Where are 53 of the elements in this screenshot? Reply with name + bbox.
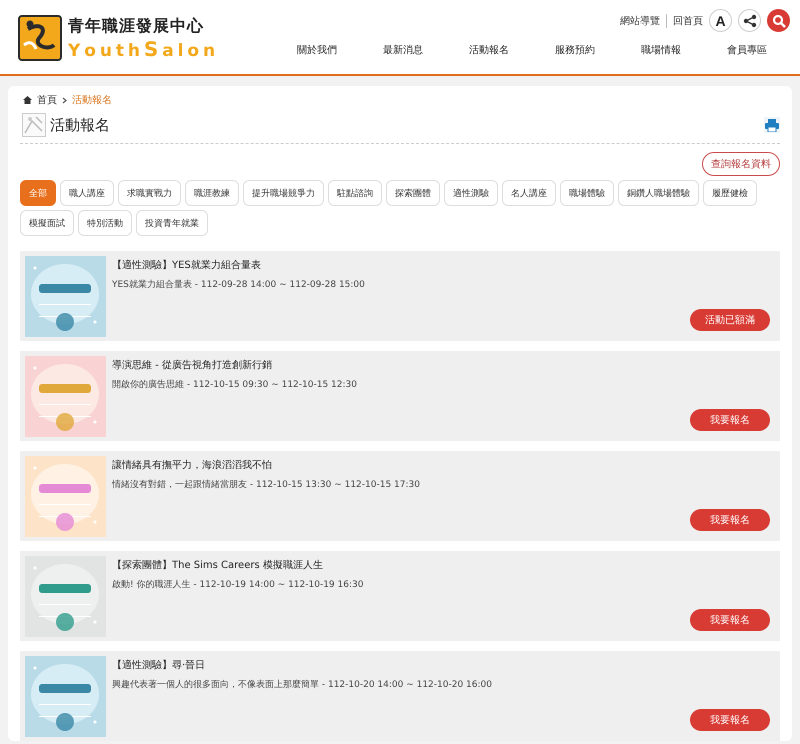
register-button[interactable]: 活動已額滿 bbox=[690, 309, 770, 331]
event-detail: 開啟你的廣告思維 - 112-10-15 09:30 ~ 112-10-15 12:30 bbox=[112, 378, 357, 391]
font-size-button[interactable]: A bbox=[709, 9, 732, 32]
category-tab[interactable]: 名人講座 bbox=[502, 180, 556, 206]
print-button[interactable] bbox=[764, 117, 780, 133]
print-icon bbox=[765, 118, 779, 132]
chevron-icon bbox=[62, 96, 67, 104]
home-icon bbox=[23, 96, 32, 104]
site-subtitle: Y o u t h S a l o n bbox=[68, 36, 214, 60]
search-icon bbox=[772, 14, 786, 28]
nav-item[interactable]: 最新消息 bbox=[360, 43, 446, 57]
register-button[interactable]: 我要報名 bbox=[690, 409, 770, 431]
share-button[interactable] bbox=[738, 9, 761, 32]
page-title: 活動報名 bbox=[50, 116, 111, 134]
event-title[interactable]: 導演思維 - 從廣告視角打造創新行銷 bbox=[112, 358, 357, 372]
page-icon bbox=[22, 113, 46, 137]
event-title[interactable]: 讓情緒具有撫平力，海浪滔滔我不怕 bbox=[112, 458, 420, 472]
share-icon bbox=[742, 14, 756, 28]
event-title[interactable]: 【適性測驗】YES就業力組合量表 bbox=[112, 258, 365, 272]
event-detail: 情緒沒有對錯，一起跟情緒當朋友 - 112-10-15 13:30 ~ 112-10-15 17:30 bbox=[112, 478, 420, 491]
event-title[interactable]: 【適性測驗】尋·晉日 bbox=[112, 658, 492, 672]
category-tab[interactable]: 職人講座 bbox=[60, 180, 114, 206]
category-tab[interactable]: 投資青年就業 bbox=[136, 210, 208, 236]
category-tab[interactable]: 職場體驗 bbox=[560, 180, 614, 206]
nav-item[interactable]: 活動報名 bbox=[446, 43, 532, 57]
category-tab[interactable]: 求職實戰力 bbox=[118, 180, 181, 206]
category-tab[interactable]: 模擬面試 bbox=[20, 210, 74, 236]
category-tab[interactable]: 特別活動 bbox=[78, 210, 132, 236]
nav-item[interactable]: 服務預約 bbox=[532, 43, 618, 57]
event-detail: 啟動! 你的職涯人生 - 112-10-19 14:00 ~ 112-10-19 16:30 bbox=[112, 578, 364, 591]
event-title[interactable]: 【探索團體】The Sims Careers 模擬職涯人生 bbox=[112, 558, 364, 572]
event-detail: 興趣代表著一個人的很多面向，不像表面上那麼簡單 - 112-10-20 14:00 ~ 112-10-20 16:00 bbox=[112, 678, 492, 691]
query-button[interactable]: 查詢報名資料 bbox=[702, 152, 780, 176]
category-tab[interactable]: 職涯教練 bbox=[185, 180, 239, 206]
category-tab[interactable]: 探索團體 bbox=[386, 180, 440, 206]
nav-item[interactable]: 關於我們 bbox=[274, 43, 360, 57]
category-tab[interactable]: 駐點諮詢 bbox=[328, 180, 382, 206]
category-tab[interactable]: 履歷健檢 bbox=[703, 180, 757, 206]
logo-icon bbox=[18, 15, 62, 61]
breadcrumb-link[interactable]: 首頁 bbox=[37, 93, 57, 107]
category-tab[interactable]: 銅鑽人職場體驗 bbox=[618, 180, 699, 206]
register-button[interactable]: 我要報名 bbox=[690, 509, 770, 531]
search-button[interactable] bbox=[767, 9, 790, 32]
site-name: 青年職涯發展中心 bbox=[68, 16, 205, 36]
top-link[interactable]: 回首頁 bbox=[673, 14, 703, 28]
top-link[interactable]: 網站導覽 bbox=[620, 14, 660, 28]
event-detail: YES就業力組合量表 - 112-09-28 14:00 ~ 112-09-28 15:00 bbox=[112, 278, 365, 291]
category-tab[interactable]: 提升職場競爭力 bbox=[243, 180, 324, 206]
category-tab[interactable]: 適性測驗 bbox=[444, 180, 498, 206]
nav-item[interactable]: 會員專區 bbox=[704, 43, 790, 57]
register-button[interactable]: 我要報名 bbox=[690, 709, 770, 731]
register-button[interactable]: 我要報名 bbox=[690, 609, 770, 631]
nav-item[interactable]: 職場情報 bbox=[618, 43, 704, 57]
